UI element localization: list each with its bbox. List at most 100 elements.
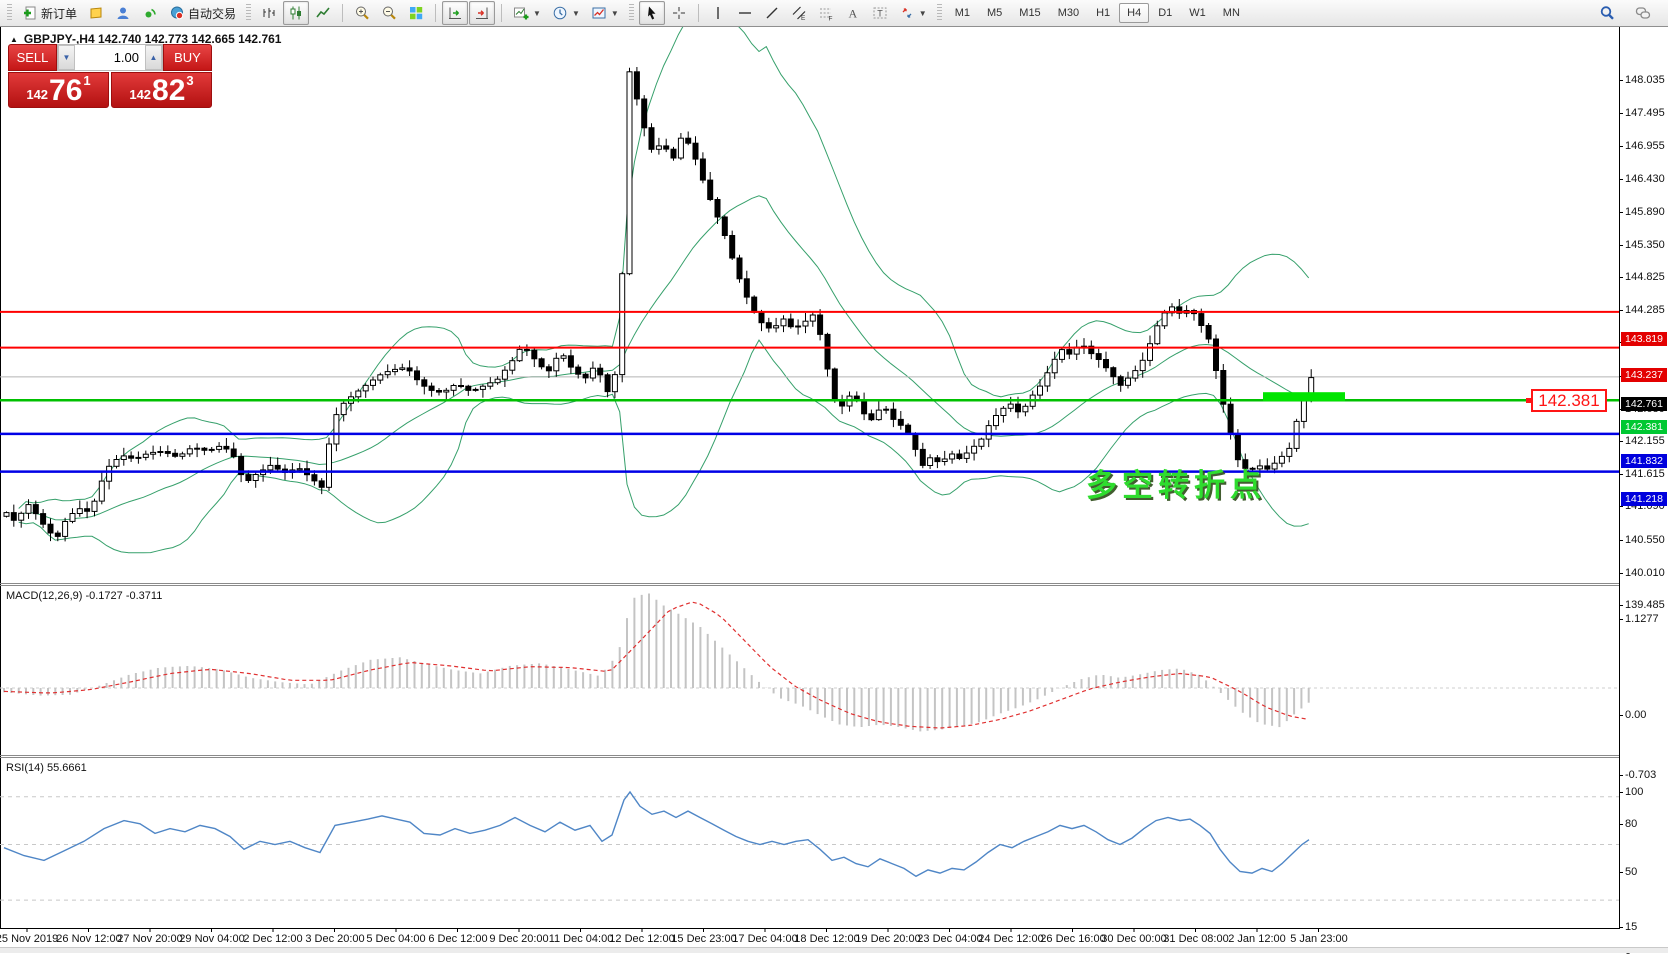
chart-shift-button[interactable] [469, 1, 495, 25]
price-tick: 144.285 [1620, 304, 1665, 316]
candlestick-button[interactable] [283, 1, 309, 25]
timeframe-button-H4[interactable]: H4 [1119, 3, 1149, 23]
new-chart-icon [88, 5, 104, 21]
price-tick: 141.615 [1620, 468, 1665, 480]
rsi-tick: 50 [1620, 866, 1637, 878]
zoom-in-icon [354, 5, 370, 21]
crosshair-icon [671, 5, 687, 21]
new-order-button[interactable]: 新订单 [17, 1, 82, 25]
collapse-panel-icon[interactable]: ▲ [10, 35, 18, 44]
price-tick: 146.430 [1620, 173, 1665, 185]
auto-trading-button[interactable]: 自动交易 [164, 1, 241, 25]
zoom-out-button[interactable] [376, 1, 402, 25]
timeframe-button-D1[interactable]: D1 [1150, 3, 1180, 23]
rsi-tick: 100 [1620, 786, 1643, 798]
volume-decrease-button[interactable]: ▼ [58, 45, 75, 70]
price-badge-141.218: 141.218 [1621, 492, 1667, 506]
price-tick: 146.955 [1620, 140, 1665, 152]
price-badge-143.819: 143.819 [1621, 332, 1667, 346]
line-chart-button[interactable] [310, 1, 336, 25]
equidistant-channel-button[interactable]: E [786, 1, 812, 25]
timeframe-button-M15[interactable]: M15 [1011, 3, 1048, 23]
text-label-icon: T [872, 5, 888, 21]
buy-price[interactable]: 142 82 3 [111, 72, 212, 108]
toolbar-separator [435, 4, 436, 22]
zoom-in-button[interactable] [349, 1, 375, 25]
vertical-line-button[interactable] [705, 1, 731, 25]
bar-chart-button[interactable] [256, 1, 282, 25]
sell-button[interactable]: SELL [8, 44, 57, 71]
line-chart-icon [315, 5, 331, 21]
timeframe-button-H1[interactable]: H1 [1088, 3, 1118, 23]
price-tick: 144.825 [1620, 271, 1665, 283]
price-badge-142.761: 142.761 [1621, 397, 1667, 411]
cursor-icon [644, 5, 660, 21]
toolbar-handle [937, 4, 942, 22]
buy-button[interactable]: BUY [163, 44, 212, 71]
one-click-trade-panel: SELL ▼ ▲ BUY 142 76 1 142 82 3 [8, 44, 212, 108]
search-icon [1599, 5, 1615, 21]
toolbar-button-label: 新订单 [41, 5, 77, 22]
macd-histogram [4, 594, 1309, 732]
buy-price-prefix: 142 [129, 87, 151, 102]
timeframe-button-MN[interactable]: MN [1215, 3, 1248, 23]
new-order-icon [22, 5, 38, 21]
timeframe-button-M30[interactable]: M30 [1050, 3, 1087, 23]
indicators-button[interactable]: ▼ [508, 1, 546, 25]
arrows-icon [899, 5, 915, 21]
time-label: 3 Dec 20:00 [305, 933, 364, 945]
templates-button[interactable]: ▼ [586, 1, 624, 25]
toolbar-button-label: 自动交易 [188, 5, 236, 22]
text-label-button[interactable]: T [867, 1, 893, 25]
signals-button[interactable] [137, 1, 163, 25]
svg-text:T: T [877, 9, 883, 19]
chevron-down-icon[interactable]: ▼ [572, 9, 580, 18]
profile-button[interactable] [110, 1, 136, 25]
periods-button[interactable]: ▼ [547, 1, 585, 25]
horizontal-line-button[interactable] [732, 1, 758, 25]
time-label: 26 Nov 12:00 [56, 933, 121, 945]
trendline-button[interactable] [759, 1, 785, 25]
time-axis[interactable]: 25 Nov 201926 Nov 12:0027 Nov 20:0029 No… [0, 932, 1668, 947]
vertical-line-icon [710, 5, 726, 21]
chevron-down-icon[interactable]: ▼ [533, 9, 541, 18]
sell-price-sup: 1 [83, 73, 90, 88]
timeframe-button-M5[interactable]: M5 [979, 3, 1010, 23]
arrows-button[interactable]: ▼ [894, 1, 932, 25]
auto-scroll-icon [447, 5, 463, 21]
community-button[interactable] [1630, 1, 1656, 25]
chevron-down-icon[interactable]: ▼ [919, 9, 927, 18]
volume-increase-button[interactable]: ▲ [145, 45, 162, 70]
search-button[interactable] [1594, 1, 1620, 25]
equidistant-channel-icon: E [791, 5, 807, 21]
price-tick: 145.350 [1620, 239, 1665, 251]
annotation-text[interactable]: 多空转折点 [1086, 460, 1266, 505]
new-chart-button[interactable] [83, 1, 109, 25]
time-label: 29 Nov 04:00 [179, 933, 244, 945]
macd-label: MACD(12,26,9) -0.1727 -0.3711 [6, 590, 162, 602]
price-badge-141.832: 141.832 [1621, 454, 1667, 468]
highlight-band [1263, 392, 1345, 401]
tile-windows-button[interactable] [403, 1, 429, 25]
big-price-label[interactable]: 142.381 [1531, 389, 1607, 412]
auto-scroll-button[interactable] [442, 1, 468, 25]
chart-canvas[interactable] [0, 27, 1620, 953]
toolbar-separator [501, 4, 502, 22]
crosshair-button[interactable] [666, 1, 692, 25]
time-label: 27 Nov 20:00 [117, 933, 182, 945]
time-label: 15 Dec 23:00 [671, 933, 736, 945]
svg-text:F: F [828, 16, 832, 22]
fibonacci-button[interactable]: F [813, 1, 839, 25]
rsi-tick: 80 [1620, 818, 1637, 830]
text-button[interactable]: A [840, 1, 866, 25]
toolbar-group: ▼ ▼ ▼ [508, 0, 624, 27]
time-label: 23 Dec 04:00 [917, 933, 982, 945]
price-axis[interactable]: 148.035147.495146.955146.430145.890145.3… [1620, 27, 1668, 953]
timeframe-button-W1[interactable]: W1 [1181, 3, 1214, 23]
timeframe-button-M1[interactable]: M1 [947, 3, 978, 23]
volume-input[interactable] [75, 45, 145, 70]
chevron-down-icon[interactable]: ▼ [611, 9, 619, 18]
chart-area[interactable]: ▲ GBPJPY-,H4 142.740 142.773 142.665 142… [0, 27, 1620, 953]
sell-price[interactable]: 142 76 1 [8, 72, 109, 108]
cursor-button[interactable] [639, 1, 665, 25]
